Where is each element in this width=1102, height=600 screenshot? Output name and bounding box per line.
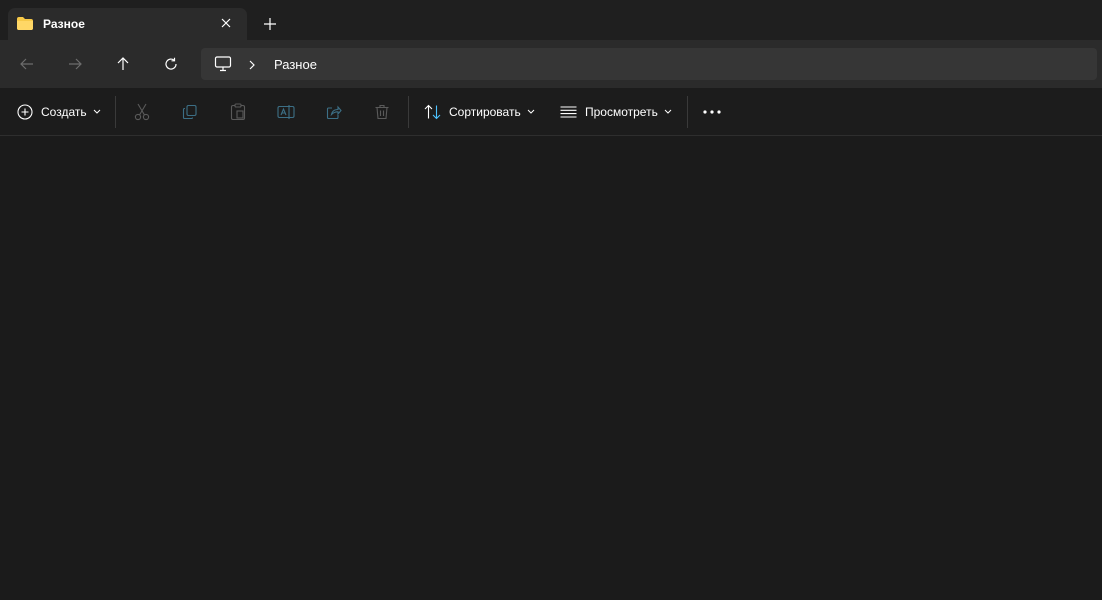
chevron-down-icon <box>93 109 101 115</box>
file-list-area[interactable] <box>0 136 1102 600</box>
paste-icon[interactable] <box>226 100 250 124</box>
tab-strip: Разное <box>0 0 1102 40</box>
close-icon[interactable] <box>218 15 234 31</box>
divider <box>687 96 688 128</box>
tab-raznoe[interactable]: Разное <box>8 8 247 40</box>
refresh-icon[interactable] <box>159 52 183 76</box>
create-label: Создать <box>41 105 87 119</box>
view-button[interactable]: Просмотреть <box>560 100 672 124</box>
rename-icon[interactable] <box>274 100 298 124</box>
folder-icon <box>17 17 33 30</box>
monitor-icon[interactable] <box>214 56 232 72</box>
trash-icon[interactable] <box>370 100 394 124</box>
command-bar: Создать Сортировать Просмотреть <box>0 88 1102 136</box>
chevron-right-icon[interactable] <box>247 58 257 70</box>
address-bar[interactable]: Разное <box>201 48 1097 80</box>
sort-button[interactable]: Сортировать <box>424 100 535 124</box>
sort-label: Сортировать <box>449 105 521 119</box>
view-label: Просмотреть <box>585 105 658 119</box>
share-icon[interactable] <box>322 100 346 124</box>
tab-title: Разное <box>43 17 85 31</box>
divider <box>115 96 116 128</box>
scissors-icon[interactable] <box>130 100 154 124</box>
breadcrumb-item[interactable]: Разное <box>274 57 317 72</box>
list-view-icon <box>560 106 577 118</box>
create-button[interactable]: Создать <box>17 100 101 124</box>
copy-icon[interactable] <box>178 100 202 124</box>
arrow-right-icon[interactable] <box>63 52 87 76</box>
add-circle-icon <box>17 104 33 120</box>
navigation-bar: Разное <box>0 40 1102 88</box>
chevron-down-icon <box>527 109 535 115</box>
arrow-up-icon[interactable] <box>111 52 135 76</box>
divider <box>408 96 409 128</box>
more-icon[interactable] <box>700 100 724 124</box>
sort-icon <box>424 104 441 120</box>
arrow-left-icon[interactable] <box>15 52 39 76</box>
chevron-down-icon <box>664 109 672 115</box>
plus-icon[interactable] <box>262 16 278 32</box>
